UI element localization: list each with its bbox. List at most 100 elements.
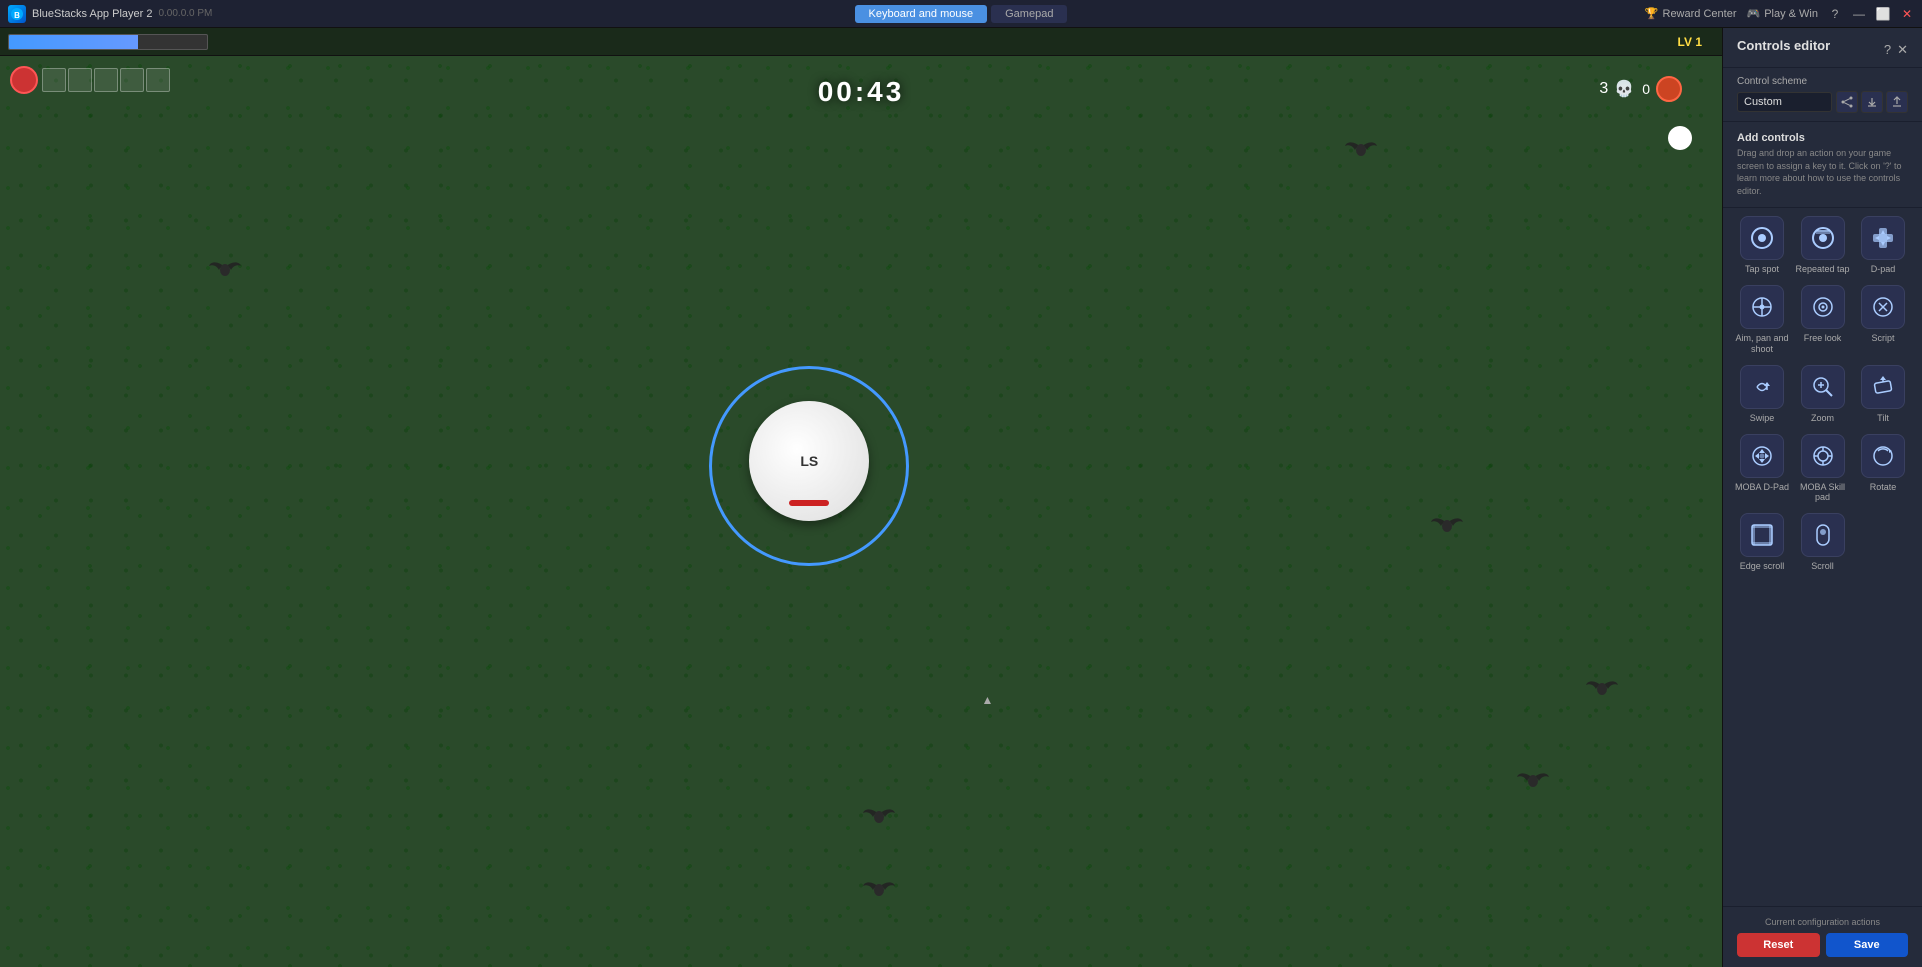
app-subtitle: 0.00.0.0 PM	[158, 8, 212, 19]
control-repeated-tap[interactable]: Repeated tap	[1794, 216, 1852, 275]
free-look-label: Free look	[1804, 333, 1842, 344]
controls-row-2: Aim, pan and shoot Free look	[1733, 285, 1912, 355]
close-btn[interactable]: ✕	[1900, 7, 1914, 21]
footer-label: Current configuration actions	[1737, 917, 1908, 927]
scheme-label: Control scheme	[1737, 76, 1908, 87]
dpad-label: D-pad	[1871, 264, 1896, 275]
rotate-label: Rotate	[1870, 482, 1897, 493]
title-bar-tabs: Keyboard and mouse Gamepad	[643, 5, 1278, 23]
control-moba-skill[interactable]: MOBA Skill pad	[1794, 434, 1852, 504]
save-button[interactable]: Save	[1826, 933, 1909, 957]
controls-row-3: Swipe Zoom	[1733, 365, 1912, 424]
level-badge: LV 1	[1678, 35, 1702, 49]
game-canvas[interactable]: 00:43 3 💀 0	[0, 56, 1722, 967]
skill-slot-3	[94, 68, 118, 92]
controls-help-btn[interactable]: ?	[1884, 42, 1891, 57]
scheme-section: Control scheme Custom	[1723, 68, 1922, 122]
zoom-icon	[1801, 365, 1845, 409]
script-icon	[1861, 285, 1905, 329]
health-bar	[8, 34, 208, 50]
skill-slots	[42, 68, 170, 92]
moba-skill-icon	[1801, 434, 1845, 478]
joystick-label: LS	[800, 453, 818, 469]
control-tilt[interactable]: Tilt	[1854, 365, 1912, 424]
moba-dpad-label: MOBA D-Pad	[1735, 482, 1789, 493]
moba-dpad-icon	[1740, 434, 1784, 478]
score-value: 0	[1642, 81, 1650, 97]
scheme-import-btn[interactable]	[1861, 91, 1883, 113]
swipe-icon	[1740, 365, 1784, 409]
controls-grid: Tap spot Repeated tap	[1723, 208, 1922, 906]
control-tap-spot[interactable]: Tap spot	[1733, 216, 1791, 275]
control-edge-scroll[interactable]: Edge scroll	[1733, 513, 1791, 572]
control-swipe[interactable]: Swipe	[1733, 365, 1791, 424]
control-free-look[interactable]: Free look	[1794, 285, 1852, 355]
play-win-btn[interactable]: 🎮 Play & Win	[1746, 7, 1818, 20]
joystick-outer: LS	[709, 366, 909, 566]
bat-sprite-2	[207, 256, 243, 280]
moba-skill-label: MOBA Skill pad	[1794, 482, 1852, 504]
edge-scroll-label: Edge scroll	[1740, 561, 1785, 572]
score-display: 0	[1642, 76, 1682, 102]
control-script[interactable]: Script	[1854, 285, 1912, 355]
bat-sprite-1	[1343, 136, 1379, 160]
game-toolbar: LV 1	[0, 28, 1722, 56]
game-background: 00:43 3 💀 0	[0, 56, 1722, 967]
script-label: Script	[1871, 333, 1894, 344]
title-bar-left: B BlueStacks App Player 2 0.00.0.0 PM	[8, 5, 643, 23]
app-icon: B	[8, 5, 26, 23]
control-scroll[interactable]: Scroll	[1794, 513, 1852, 572]
maximize-btn[interactable]: ⬜	[1876, 7, 1890, 21]
tab-keyboard-mouse[interactable]: Keyboard and mouse	[855, 5, 988, 23]
joystick-inner: LS	[749, 401, 869, 521]
free-look-icon	[1801, 285, 1845, 329]
zoom-label: Zoom	[1811, 413, 1834, 424]
game-area: LV 1 00:43	[0, 28, 1722, 967]
reset-button[interactable]: Reset	[1737, 933, 1820, 957]
joystick-container[interactable]: LS	[709, 366, 909, 566]
game-ui-top-left	[10, 66, 170, 94]
app-title: BlueStacks App Player 2	[32, 8, 152, 20]
rotate-icon	[1861, 434, 1905, 478]
bat-sprite-4	[1515, 767, 1551, 791]
controls-title: Controls editor	[1737, 38, 1830, 53]
controls-row-5: Edge scroll Scroll	[1733, 513, 1912, 572]
controls-row-4: MOBA D-Pad MOBA Skill pad	[1733, 434, 1912, 504]
control-rotate[interactable]: Rotate	[1854, 434, 1912, 504]
add-controls-title: Add controls	[1737, 132, 1908, 144]
game-timer: 00:43	[818, 76, 905, 108]
repeated-tap-label: Repeated tap	[1795, 264, 1849, 275]
dpad-icon	[1861, 216, 1905, 260]
svg-text:B: B	[14, 11, 20, 20]
scheme-action-btns	[1836, 91, 1908, 113]
tab-gamepad[interactable]: Gamepad	[991, 5, 1067, 23]
scroll-label: Scroll	[1811, 561, 1834, 572]
controls-panel: Controls editor ? ✕ Control scheme Custo…	[1722, 28, 1922, 967]
bat-sprite-5	[861, 803, 897, 827]
minimize-btn[interactable]: —	[1852, 7, 1866, 21]
control-aim-pan-shoot[interactable]: Aim, pan and shoot	[1733, 285, 1791, 355]
control-dpad[interactable]: D-pad	[1854, 216, 1912, 275]
scheme-select[interactable]: Custom	[1737, 92, 1832, 112]
edge-scroll-icon	[1740, 513, 1784, 557]
aim-pan-shoot-icon	[1740, 285, 1784, 329]
control-zoom[interactable]: Zoom	[1794, 365, 1852, 424]
control-moba-dpad[interactable]: MOBA D-Pad	[1733, 434, 1791, 504]
kill-count: 3	[1599, 80, 1608, 98]
help-btn[interactable]: ?	[1828, 7, 1842, 21]
skill-slot-2	[68, 68, 92, 92]
reward-center-btn[interactable]: 🏆 Reward Center	[1645, 7, 1737, 20]
control-empty	[1854, 513, 1912, 572]
main-content: LV 1 00:43	[0, 28, 1922, 967]
skill-slot-1	[42, 68, 66, 92]
scheme-export-btn[interactable]	[1886, 91, 1908, 113]
controls-footer: Current configuration actions Reset Save	[1723, 906, 1922, 967]
skull-icon: 💀	[1614, 79, 1634, 99]
bat-sprite-6	[861, 876, 897, 900]
controls-close-btn[interactable]: ✕	[1897, 42, 1908, 58]
scheme-share-btn[interactable]	[1836, 91, 1858, 113]
tap-spot-icon	[1740, 216, 1784, 260]
add-controls-desc: Drag and drop an action on your game scr…	[1737, 147, 1908, 197]
title-bar: B BlueStacks App Player 2 0.00.0.0 PM Ke…	[0, 0, 1922, 28]
controls-header: Controls editor ? ✕	[1723, 28, 1922, 68]
